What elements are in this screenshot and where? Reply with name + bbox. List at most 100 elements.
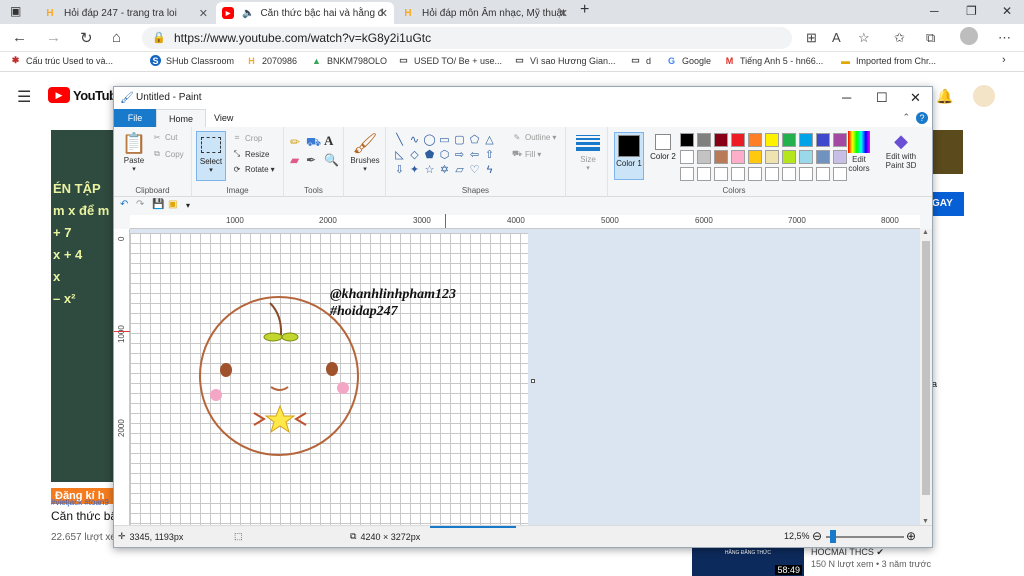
chevron-right-icon[interactable]: › [1002, 54, 1006, 66]
maximize-icon[interactable]: ☐ [876, 90, 888, 106]
bookmark-item[interactable]: ▭ USED TO/ Be + use... [398, 55, 502, 66]
palette-swatch[interactable] [748, 150, 762, 164]
palette-swatch[interactable] [799, 167, 813, 181]
edit-colors-button[interactable]: Edit colors [844, 131, 874, 173]
magnifier-icon[interactable]: 🔍 [324, 153, 339, 167]
bookmark-item[interactable]: G Google [666, 55, 711, 66]
tab-file[interactable]: File [114, 109, 156, 127]
rotate-button[interactable]: ⟳ Rotate ▾ [232, 165, 275, 174]
color-picker-icon[interactable]: ✒ [306, 153, 316, 167]
recommended-channel[interactable]: HOCMAI THCS ✔ [811, 547, 884, 558]
favorite-star-icon[interactable]: ☆ [858, 30, 870, 46]
bookmark-item[interactable]: ▲ BNKM798OLO [311, 55, 387, 66]
hamburger-menu-icon[interactable]: ☰ [17, 87, 31, 107]
refresh-icon[interactable]: ↻ [80, 29, 93, 47]
rounded-rectangle-shape-icon[interactable]: ▢ [452, 133, 467, 148]
notifications-bell-icon[interactable]: 🔔 [936, 88, 953, 105]
oval-shape-icon[interactable]: ◯ [422, 133, 437, 148]
forward-icon[interactable]: → [46, 29, 61, 46]
palette-swatch[interactable] [782, 167, 796, 181]
callout-shape-icon[interactable]: ▱ [452, 163, 467, 178]
scroll-up-icon[interactable]: ▲ [922, 229, 929, 236]
line-shape-icon[interactable]: ╲ [392, 133, 407, 148]
eraser-icon[interactable]: ▰ [290, 153, 299, 167]
diamond-shape-icon[interactable]: ◇ [407, 148, 422, 163]
tab-home[interactable]: Home [156, 109, 207, 127]
tab-hoidap-music[interactable]: H Hỏi đáp môn Âm nhạc, Mỹ thuật ✕ [396, 2, 574, 24]
triangle-shape-icon[interactable]: △ [482, 133, 497, 148]
zoom-in-icon[interactable]: ⊕ [906, 529, 916, 543]
minimize-icon[interactable]: ─ [930, 4, 939, 18]
bookmark-item[interactable]: ▬ Imported from Chr... [840, 55, 936, 66]
palette-swatch[interactable] [816, 167, 830, 181]
palette-swatch[interactable] [697, 167, 711, 181]
color2-button[interactable]: Color 2 [648, 132, 678, 180]
drawing-canvas[interactable]: @khanhlinhpham123 #hoidap247 [130, 233, 528, 525]
back-icon[interactable]: ← [12, 29, 27, 46]
scroll-thumb[interactable] [922, 241, 930, 495]
bookmark-item[interactable]: ▭ Vì sao Hương Gian... [514, 55, 615, 66]
bookmark-item[interactable]: ✱ Cấu trúc Used to và... [10, 55, 113, 66]
home-icon[interactable]: ⌂ [112, 29, 121, 46]
lock-icon[interactable]: 🔒 [152, 27, 166, 49]
brushes-button[interactable]: 🖌 Brushes ▾ [348, 131, 382, 173]
zoom-slider-thumb[interactable] [830, 530, 836, 543]
tab-hoidap[interactable]: H Hỏi đáp 247 - trang tra loi ✕ [38, 2, 214, 24]
palette-swatch[interactable] [765, 167, 779, 181]
select-button[interactable]: Select ▾ [196, 131, 226, 181]
redo-icon[interactable]: ↷ [136, 199, 144, 210]
palette-swatch[interactable] [714, 167, 728, 181]
fill-button[interactable]: ⛟ Fill ▾ [512, 149, 541, 159]
right-triangle-shape-icon[interactable]: ◺ [392, 148, 407, 163]
palette-swatch[interactable] [816, 133, 830, 147]
hexagon-shape-icon[interactable]: ⬡ [437, 148, 452, 163]
color1-button[interactable]: Color 1 [614, 132, 644, 180]
close-window-icon[interactable]: ✕ [1002, 4, 1012, 18]
channel-thumbnail[interactable] [933, 130, 963, 174]
heart-shape-icon[interactable]: ♡ [467, 163, 482, 178]
rectangle-shape-icon[interactable]: ▭ [437, 133, 452, 148]
paste-button[interactable]: 📋 Paste ▾ [120, 131, 148, 173]
reading-view-icon[interactable]: A [832, 30, 841, 45]
profile-avatar[interactable] [960, 27, 978, 45]
right-arrow-shape-icon[interactable]: ⇨ [452, 148, 467, 163]
help-icon[interactable]: ? [916, 112, 928, 124]
close-icon[interactable]: ✕ [910, 90, 921, 106]
crop-button[interactable]: ⌗ Crop [232, 133, 263, 143]
palette-swatch[interactable] [731, 133, 745, 147]
scroll-down-icon[interactable]: ▼ [922, 518, 929, 525]
zoom-slider[interactable] [826, 536, 904, 538]
close-tab-icon[interactable]: ✕ [199, 7, 208, 20]
palette-swatch[interactable] [680, 133, 694, 147]
copy-button[interactable]: ⧉ Copy [152, 149, 184, 159]
save-icon[interactable]: 💾 [152, 199, 164, 210]
palette-swatch[interactable] [748, 133, 762, 147]
favorites-icon[interactable]: ✩ [894, 30, 905, 46]
text-tool-icon[interactable]: A [324, 133, 333, 149]
left-arrow-shape-icon[interactable]: ⇦ [467, 148, 482, 163]
palette-swatch[interactable] [765, 150, 779, 164]
palette-swatch[interactable] [748, 167, 762, 181]
six-point-star-shape-icon[interactable]: ✡ [437, 163, 452, 178]
four-point-star-shape-icon[interactable]: ✦ [407, 163, 422, 178]
zoom-out-icon[interactable]: ⊖ [812, 529, 822, 543]
lightning-shape-icon[interactable]: ϟ [482, 163, 497, 178]
audio-playing-icon[interactable]: 🔈 [242, 8, 254, 19]
bookmark-item[interactable]: S SHub Classroom [150, 55, 234, 66]
recommended-video-thumbnail[interactable]: HẰNG ĐẲNG THỨC 58:49 [692, 546, 804, 576]
edit-paint3d-button[interactable]: ◆ Edit with Paint 3D [880, 131, 922, 170]
print-icon[interactable]: ▣ [168, 199, 177, 210]
palette-swatch[interactable] [697, 133, 711, 147]
tab-view[interactable]: View [202, 109, 245, 127]
video-player-thumbnail[interactable]: ÉN TẬP m x để m + 7 x + 4 x – x² Đăng kí… [51, 130, 113, 504]
url-field[interactable]: 🔒 https://www.youtube.com/watch?v=kG8y2i… [142, 27, 792, 49]
bookmark-item[interactable]: M Tiếng Anh 5 - hn66... [724, 55, 823, 66]
palette-swatch[interactable] [714, 133, 728, 147]
minimize-icon[interactable]: ─ [842, 90, 851, 105]
palette-swatch[interactable] [714, 150, 728, 164]
close-tab-icon[interactable]: ✕ [379, 7, 388, 20]
bookmark-item[interactable]: H 2070986 [246, 55, 297, 66]
resize-button[interactable]: ⤡ Resize [232, 149, 270, 159]
close-tab-icon[interactable]: ✕ [559, 7, 568, 20]
pentagon-shape-icon[interactable]: ⬟ [422, 148, 437, 163]
